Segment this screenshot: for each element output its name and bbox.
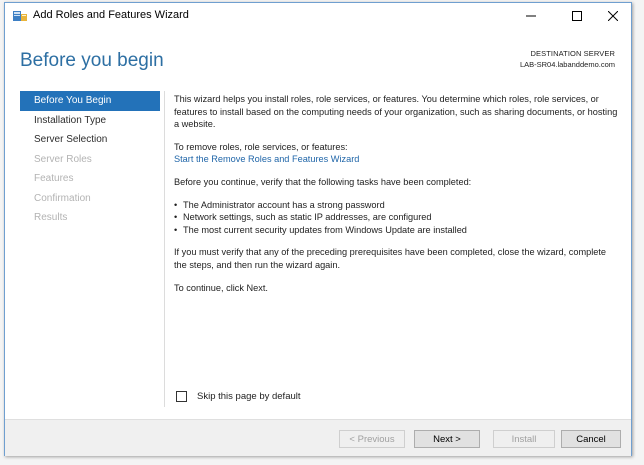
nav-item-installation-type[interactable]: Installation Type [20,111,160,131]
list-item-text: The Administrator account has a strong p… [183,199,385,210]
wizard-header: Before you begin DESTINATION SERVER LAB-… [5,29,631,87]
nav-item-before-you-begin[interactable]: Before You Begin [20,91,160,111]
bullet-icon: • [174,199,178,210]
wizard-content: This wizard helps you install roles, rol… [174,93,620,304]
minimize-icon [526,15,536,17]
list-item: • The Administrator account has a strong … [174,199,620,212]
prerequisite-list: • The Administrator account has a strong … [174,199,620,237]
remove-roles-label: To remove roles, role services, or featu… [174,141,348,152]
wizard-window: Add Roles and Features Wizard Before you… [4,2,632,456]
next-button[interactable]: Next > [414,430,480,448]
title-bar[interactable]: Add Roles and Features Wizard [5,3,631,29]
intro-text: This wizard helps you install roles, rol… [174,94,618,130]
nav-item-results: Results [34,212,68,223]
nav-item-features: Features [34,173,74,184]
destination-server-name: LAB-SR04.labanddemo.com [519,60,615,69]
skip-page-checkbox[interactable] [176,391,187,402]
nav-item-confirmation: Confirmation [34,192,91,204]
page-title: Before you begin [20,50,164,71]
skip-page-label: Skip this page by default [197,391,301,402]
minimize-button[interactable] [511,3,551,29]
server-manager-icon [13,11,27,21]
list-item: • The most current security updates from … [174,224,620,237]
wizard-footer: < Previous Next > Install Cancel [5,419,631,456]
cancel-button[interactable]: Cancel [561,430,621,448]
nav-divider [164,91,165,407]
close-button[interactable] [593,3,633,29]
nav-item-server-selection[interactable]: Server Selection [20,130,160,150]
bullet-icon: • [174,212,178,223]
maximize-icon [572,11,582,21]
window-title: Add Roles and Features Wizard [33,9,189,21]
continue-note: To continue, click Next. [174,282,268,293]
prerequisite-note: If you must verify that any of the prece… [174,247,607,270]
verify-intro-text: Before you continue, verify that the fol… [174,176,472,187]
destination-server-label: DESTINATION SERVER [530,49,615,58]
list-item-text: The most current security updates from W… [183,224,467,235]
previous-button[interactable]: < Previous [339,430,405,448]
install-button[interactable]: Install [493,430,555,448]
skip-page-option[interactable]: Skip this page by default [176,391,301,402]
list-item-text: Network settings, such as static IP addr… [183,212,432,223]
list-item: • Network settings, such as static IP add… [174,211,620,224]
maximize-button[interactable] [557,3,597,29]
bullet-icon: • [174,224,178,235]
wizard-step-nav: Before You Begin Installation Type Serve… [20,91,160,228]
nav-item-server-roles: Server Roles [34,153,92,165]
remove-roles-wizard-link[interactable]: Start the Remove Roles and Features Wiza… [174,154,359,164]
close-icon [608,11,618,21]
